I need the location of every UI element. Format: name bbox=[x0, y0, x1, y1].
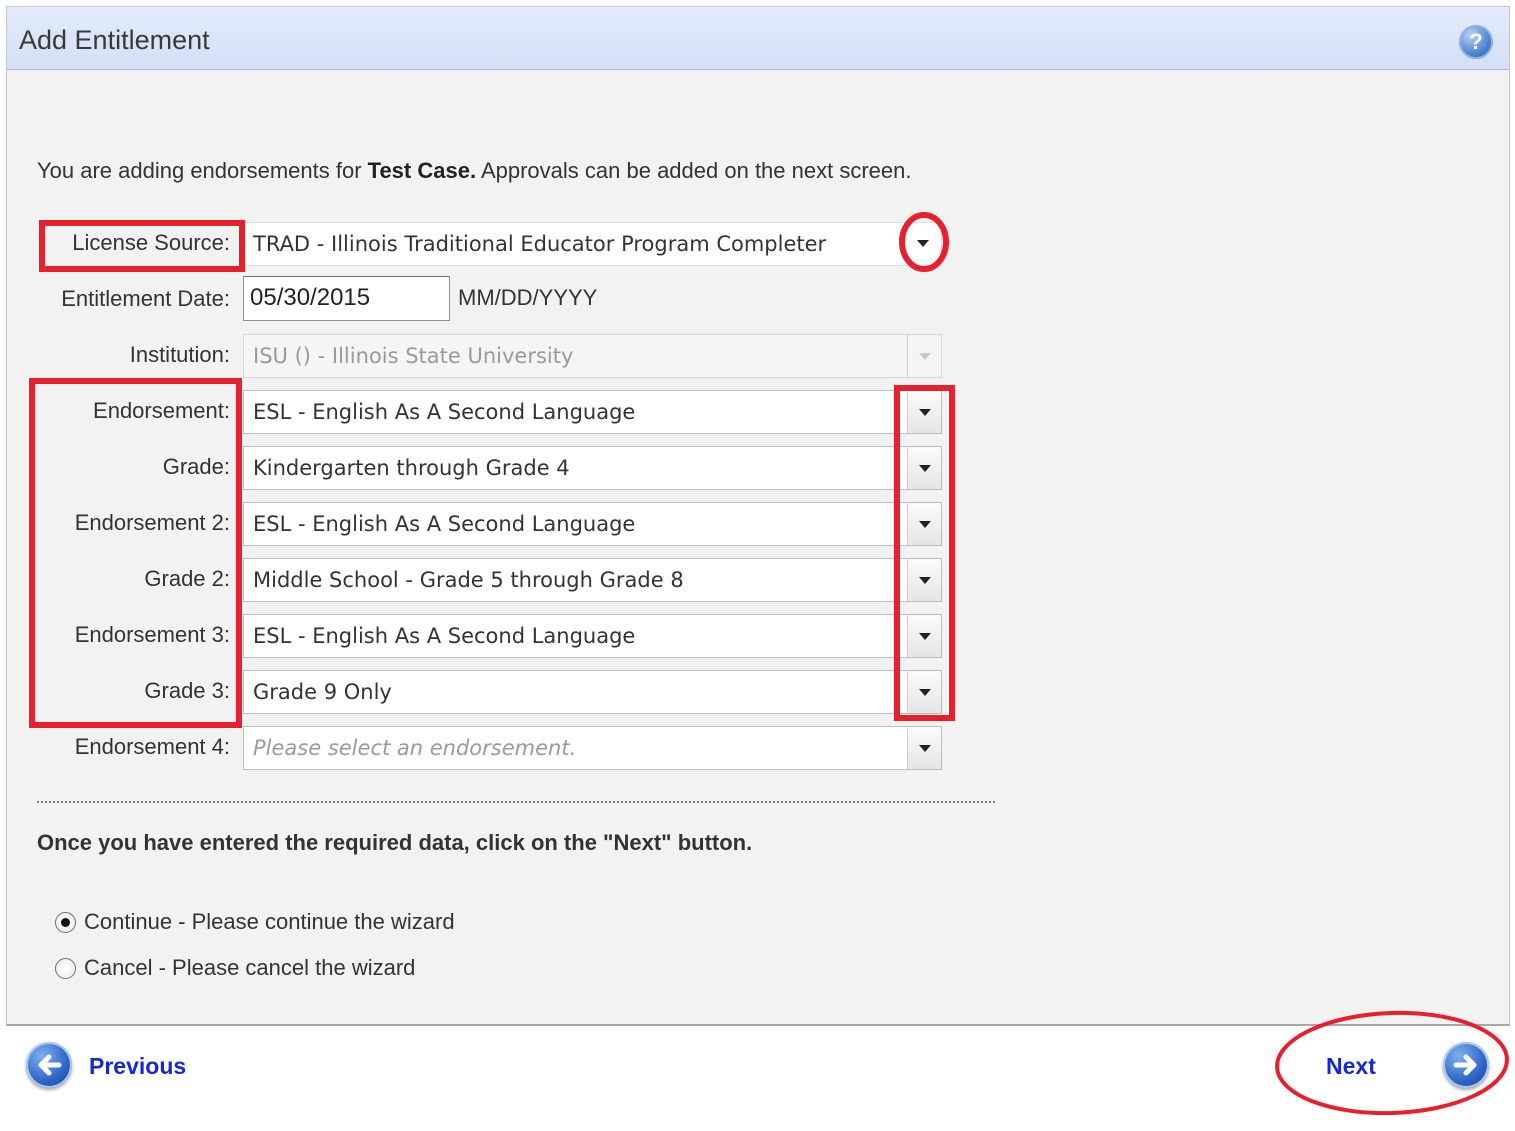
annotation-license-source-box bbox=[39, 220, 245, 272]
panel-header: Add Entitlement ? bbox=[7, 7, 1509, 70]
endorsement-3-value: ESL - English As A Second Language bbox=[253, 624, 636, 648]
entitlement-date-field[interactable]: 05/30/2015 bbox=[243, 276, 450, 321]
chevron-down-icon bbox=[918, 744, 931, 752]
entitlement-date-label: Entitlement Date: bbox=[61, 286, 230, 311]
cancel-option-label: Cancel - Please cancel the wizard bbox=[84, 955, 416, 980]
cancel-radio[interactable] bbox=[55, 957, 76, 979]
endorsement-select[interactable]: ESL - English As A Second Language bbox=[243, 390, 942, 434]
arrow-right-icon[interactable] bbox=[1443, 1042, 1489, 1088]
cancel-option[interactable]: Cancel - Please cancel the wizard bbox=[55, 955, 415, 981]
previous-button[interactable]: Previous bbox=[89, 1053, 186, 1080]
next-button[interactable]: Next bbox=[1326, 1053, 1376, 1080]
endorsement-2-value: ESL - English As A Second Language bbox=[253, 512, 636, 536]
institution-value: ISU () - Illinois State University bbox=[253, 344, 574, 368]
intro-text: You are adding endorsements for Test Cas… bbox=[37, 158, 911, 184]
endorsement-value: ESL - English As A Second Language bbox=[253, 400, 636, 424]
arrow-left-icon[interactable] bbox=[26, 1042, 72, 1088]
institution-label: Institution: bbox=[129, 342, 230, 367]
chevron-down-icon bbox=[917, 239, 929, 247]
endorsement-4-label: Endorsement 4: bbox=[74, 734, 230, 759]
grade-select[interactable]: Kindergarten through Grade 4 bbox=[243, 446, 942, 490]
grade-2-select[interactable]: Middle School - Grade 5 through Grade 8 bbox=[243, 558, 942, 602]
endorsement-4-dropdown-button[interactable] bbox=[907, 727, 941, 769]
endorsement-2-select[interactable]: ESL - English As A Second Language bbox=[243, 502, 942, 546]
license-source-select[interactable]: TRAD - Illinois Traditional Educator Pro… bbox=[243, 222, 942, 266]
continue-option-label: Continue - Please continue the wizard bbox=[84, 909, 455, 934]
dotted-divider bbox=[37, 801, 995, 803]
intro-person-name: Test Case. bbox=[367, 158, 477, 183]
annotation-dropdowns-box bbox=[894, 385, 955, 721]
grade-2-value: Middle School - Grade 5 through Grade 8 bbox=[253, 568, 684, 592]
instruction-text: Once you have entered the required data,… bbox=[37, 830, 753, 855]
continue-option[interactable]: Continue - Please continue the wizard bbox=[55, 909, 455, 935]
license-source-dropdown-button[interactable] bbox=[911, 231, 935, 255]
endorsement-4-placeholder: Please select an endorsement. bbox=[253, 736, 577, 760]
page-title: Add Entitlement bbox=[19, 25, 210, 55]
institution-dropdown-button bbox=[907, 335, 941, 377]
endorsement-4-select[interactable]: Please select an endorsement. bbox=[243, 726, 942, 770]
intro-prefix: You are adding endorsements for bbox=[37, 158, 368, 183]
intro-suffix: Approvals can be added on the next scree… bbox=[476, 158, 912, 183]
license-source-value: TRAD - Illinois Traditional Educator Pro… bbox=[253, 232, 827, 256]
institution-select: ISU () - Illinois State University bbox=[243, 334, 942, 378]
annotation-labels-box bbox=[29, 378, 242, 728]
chevron-down-icon bbox=[918, 352, 931, 360]
grade-3-value: Grade 9 Only bbox=[253, 680, 392, 704]
grade-3-select[interactable]: Grade 9 Only bbox=[243, 670, 942, 714]
continue-radio[interactable] bbox=[55, 911, 76, 933]
question-mark-icon[interactable]: ? bbox=[1459, 25, 1493, 59]
endorsement-3-select[interactable]: ESL - English As A Second Language bbox=[243, 614, 942, 658]
grade-value: Kindergarten through Grade 4 bbox=[253, 456, 570, 480]
date-format-hint: MM/DD/YYYY bbox=[458, 285, 598, 310]
